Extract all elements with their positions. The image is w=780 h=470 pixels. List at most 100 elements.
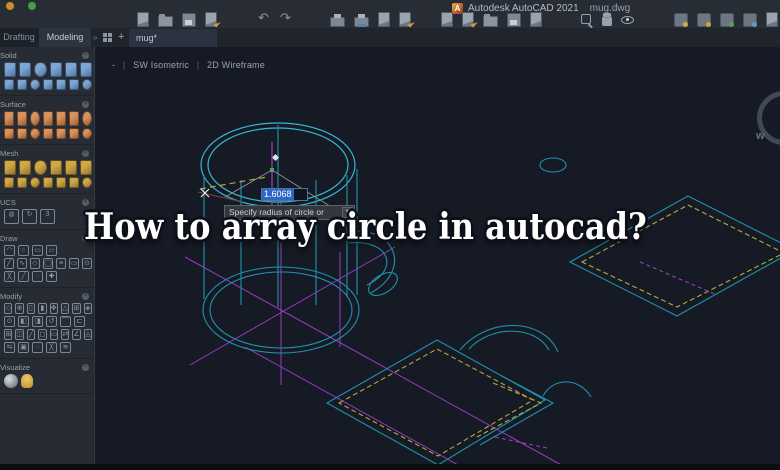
tool-icon[interactable]: ╱ (4, 258, 14, 269)
tool-icon[interactable]: ◍ (4, 209, 19, 224)
tool-icon[interactable] (4, 374, 18, 388)
tool-icon[interactable]: ◠ (4, 245, 15, 256)
new-doc-tab-button[interactable]: + (118, 28, 124, 47)
tool-icon[interactable]: ⌒ (60, 316, 71, 327)
point-style-icon[interactable] (743, 13, 757, 27)
tool-icon[interactable] (82, 111, 92, 126)
tool-icon[interactable] (82, 128, 92, 139)
tool-icon[interactable]: ╱ (27, 329, 35, 340)
tool-icon[interactable] (69, 111, 79, 126)
tool-icon[interactable] (4, 79, 14, 90)
tab-overflow-chevron[interactable]: » (93, 28, 97, 47)
new-file-icon[interactable] (137, 12, 149, 27)
tool-icon[interactable] (69, 79, 79, 90)
import-icon[interactable] (441, 12, 453, 27)
tool-icon[interactable]: ○ (18, 245, 29, 256)
tool-icon[interactable]: ⊞ (4, 329, 12, 340)
tool-icon[interactable]: ≡ (56, 258, 66, 269)
layers-icon[interactable] (697, 13, 711, 27)
tool-icon[interactable]: ◯ (43, 258, 53, 269)
tool-icon[interactable] (17, 128, 27, 139)
tool-icon[interactable] (56, 177, 66, 188)
tool-icon[interactable]: ◬ (84, 329, 92, 340)
redo-icon[interactable] (280, 13, 293, 26)
tool-icon[interactable]: ╳ (46, 342, 57, 353)
plot-preview-icon[interactable] (378, 12, 390, 27)
tool-icon[interactable]: ⇆ (4, 342, 15, 353)
pan-icon[interactable] (602, 15, 612, 26)
tab-drafting[interactable]: Drafting (0, 28, 38, 47)
print-icon[interactable] (330, 17, 345, 27)
tool-icon[interactable] (30, 79, 40, 90)
tool-icon[interactable] (30, 128, 40, 139)
plot-icon[interactable] (354, 17, 369, 27)
tool-icon[interactable]: ▭ (69, 258, 79, 269)
window-zoom-button[interactable] (28, 2, 36, 10)
window-minimize-button[interactable] (6, 2, 14, 10)
tool-icon[interactable] (43, 79, 53, 90)
tool-icon[interactable] (82, 177, 92, 188)
tool-icon[interactable]: ⊕ (15, 303, 23, 314)
tool-icon[interactable] (34, 160, 46, 175)
tool-icon[interactable]: ↻ (22, 209, 37, 224)
tool-icon[interactable] (43, 111, 53, 126)
annotation-icon[interactable] (674, 13, 688, 27)
section-collapse-button[interactable]: × (82, 150, 89, 157)
tool-icon[interactable]: ↺ (46, 316, 57, 327)
undo-icon[interactable] (258, 13, 271, 26)
publish-icon[interactable] (399, 12, 411, 27)
save-icon[interactable] (182, 13, 196, 27)
tool-icon[interactable]: ▭ (32, 245, 43, 256)
tool-icon[interactable] (50, 62, 62, 77)
tool-icon[interactable] (17, 111, 27, 126)
tool-icon[interactable] (56, 79, 66, 90)
tool-icon[interactable] (4, 160, 16, 175)
tool-icon[interactable] (30, 177, 40, 188)
tool-icon[interactable] (65, 160, 77, 175)
tool-icon[interactable]: ⊏ (74, 316, 85, 327)
tool-icon[interactable]: ⊞ (72, 303, 80, 314)
tool-icon[interactable]: ◌ (32, 271, 43, 282)
tool-icon[interactable]: ◌ (32, 342, 43, 353)
transmit-icon[interactable] (483, 16, 498, 27)
save-as-icon[interactable] (205, 12, 217, 27)
tool-icon[interactable]: ≋ (60, 342, 71, 353)
tool-icon[interactable]: 3 (40, 209, 55, 224)
dynamic-input-value[interactable]: 1.6068 (262, 189, 294, 200)
zoom-window-icon[interactable] (580, 13, 593, 26)
tool-icon[interactable] (4, 62, 16, 77)
tool-icon[interactable]: ◇ (30, 258, 40, 269)
tool-icon[interactable] (69, 177, 79, 188)
tool-icon[interactable] (19, 160, 31, 175)
tool-icon[interactable]: ◫ (15, 329, 24, 340)
tool-icon[interactable]: △ (61, 303, 69, 314)
tool-icon[interactable] (80, 160, 92, 175)
tool-icon[interactable] (43, 128, 53, 139)
tool-icon[interactable] (19, 62, 31, 77)
tool-icon[interactable] (4, 177, 14, 188)
orbit-icon[interactable] (621, 13, 634, 26)
tool-icon[interactable] (65, 62, 77, 77)
content-icon[interactable] (766, 12, 778, 27)
tool-icon[interactable] (80, 62, 92, 77)
tab-modeling[interactable]: Modeling (39, 28, 91, 47)
export-icon[interactable] (462, 12, 474, 27)
tool-icon[interactable]: ⊙ (82, 258, 92, 269)
tool-icon[interactable] (34, 62, 46, 77)
tool-icon[interactable]: ◨ (32, 316, 43, 327)
tool-icon[interactable]: ◻ (38, 329, 46, 340)
tool-icon[interactable] (50, 160, 62, 175)
tool-icon[interactable]: ▭ (50, 329, 59, 340)
tool-icon[interactable]: ◈ (84, 303, 92, 314)
open-icon[interactable] (158, 16, 173, 27)
tool-icon[interactable]: ⇄ (61, 329, 69, 340)
section-collapse-button[interactable]: × (82, 52, 89, 59)
tool-icon[interactable] (17, 79, 27, 90)
tool-icon[interactable]: ◧ (18, 316, 29, 327)
section-collapse-button[interactable]: × (82, 199, 89, 206)
reference-icon[interactable] (530, 12, 542, 27)
tool-icon[interactable] (56, 111, 66, 126)
doc-tab-grid-icon[interactable] (103, 33, 112, 42)
tool-icon[interactable] (56, 128, 66, 139)
tool-icon[interactable] (69, 128, 79, 139)
